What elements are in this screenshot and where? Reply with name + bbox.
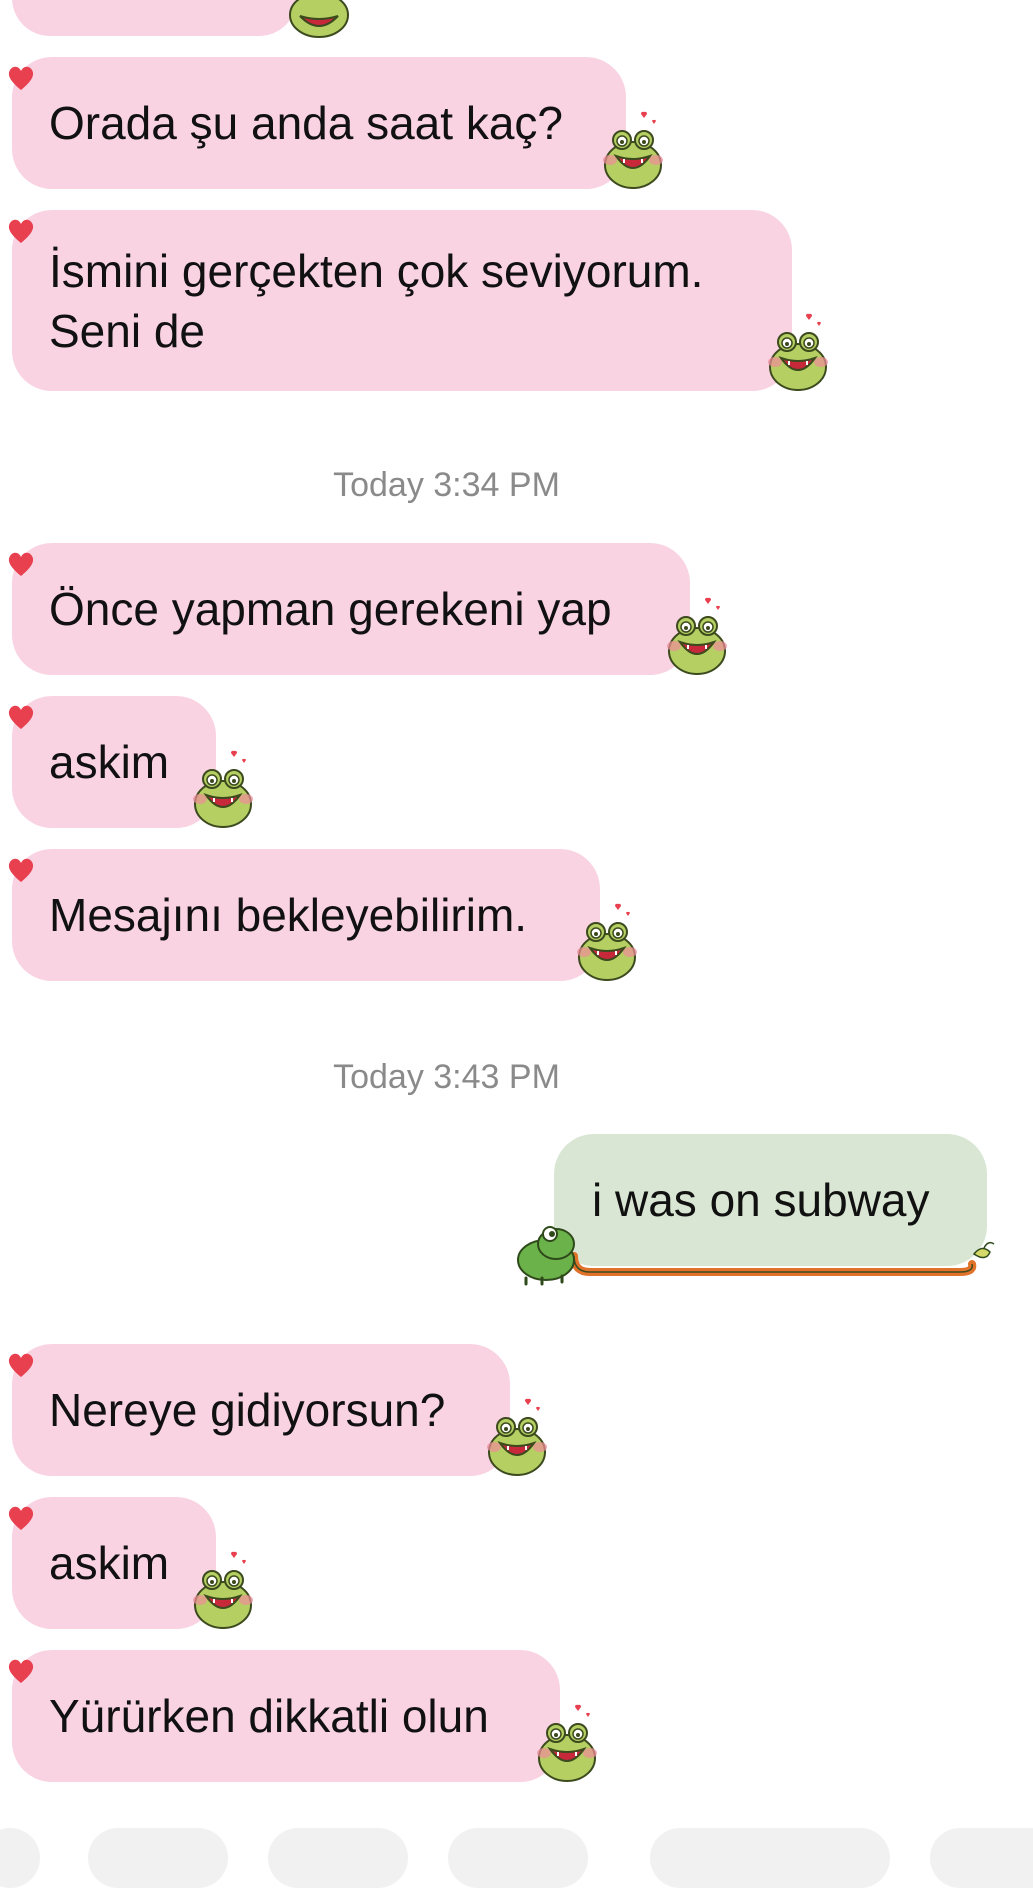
incoming-message[interactable]: askim [8,1497,216,1629]
lovestruck-frog-sticker [487,1398,547,1476]
incoming-message[interactable]: Mesajını bekleyebilirim. [8,849,600,981]
heart-icon [8,705,34,729]
lovestruck-frog-sticker [537,1704,597,1782]
lovestruck-frog-sticker [289,0,349,38]
quick-reply-chip[interactable] [650,1828,890,1888]
message-text: Yürürken dikkatli olun [49,1690,489,1742]
message-text: Orada şu anda saat kaç? [49,97,563,149]
message-text: Nereye gidiyorsun? [49,1384,446,1436]
message-text: İsmini gerçekten çok seviyorum. Seni de [49,244,704,357]
lizard-tongue-sticker [517,1226,995,1286]
incoming-message[interactable]: askim [8,696,216,828]
incoming-message[interactable]: İsmini gerçekten çok seviyorum. Seni de [8,210,792,391]
lovestruck-frog-sticker [667,597,727,675]
message-text: askim [49,1537,170,1589]
quick-reply-chip[interactable] [0,1828,40,1888]
lovestruck-frog-sticker [603,111,663,189]
incoming-message[interactable]: Yürürken dikkatli olun [8,1650,560,1782]
timestamp: Today 3:43 PM [333,1058,560,1096]
message-text: askim [49,736,170,788]
lovestruck-frog-sticker [193,750,253,828]
lovestruck-frog-sticker [193,1551,253,1629]
lovestruck-frog-sticker [768,313,828,391]
heart-icon [8,1506,34,1530]
heart-icon [8,66,34,90]
quick-reply-chip[interactable] [448,1828,588,1888]
incoming-message[interactable]: Nereye gidiyorsun? [8,1344,510,1476]
heart-icon [8,1353,34,1377]
message-text: Önce yapman gerekeni yap [49,583,612,635]
incoming-message[interactable]: Önce yapman gerekeni yap [8,543,690,675]
quick-reply-chip[interactable] [930,1828,1033,1888]
message-bubble-partial[interactable] [12,0,297,36]
heart-icon [8,219,34,243]
heart-icon [8,552,34,576]
message-text: Mesajını bekleyebilirim. [49,889,528,941]
quick-reply-chip[interactable] [268,1828,408,1888]
quick-reply-chip[interactable] [88,1828,228,1888]
incoming-message[interactable]: Orada şu anda saat kaç? [8,57,626,189]
lovestruck-frog-sticker [577,903,637,981]
heart-icon [8,1659,34,1683]
timestamp: Today 3:34 PM [333,466,560,504]
heart-icon [8,858,34,882]
